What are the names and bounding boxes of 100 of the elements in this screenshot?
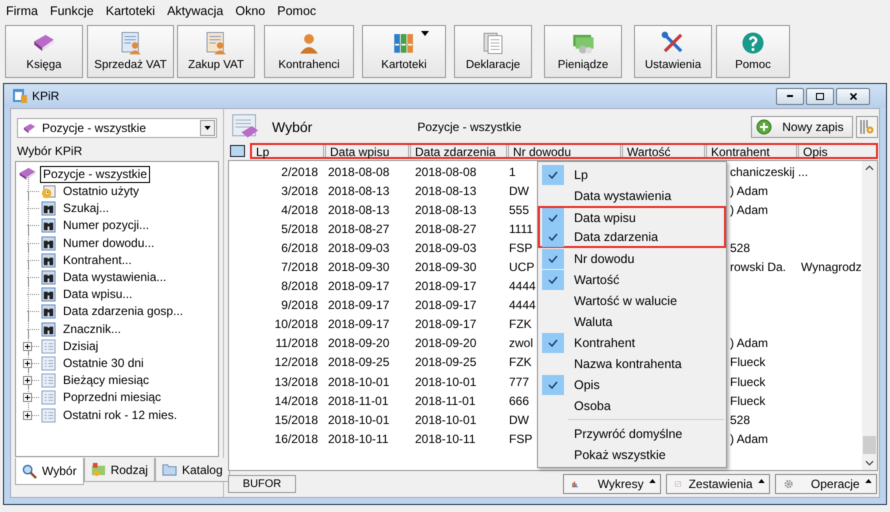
table-cell-text: 2018-08-13 <box>414 184 478 198</box>
buffer-button[interactable]: BUFOR <box>228 475 296 493</box>
column-header[interactable]: Data wpisu <box>326 145 411 157</box>
tab[interactable]: Katalog <box>154 458 230 482</box>
menu-option[interactable]: Pokaż wszystkie <box>538 444 726 465</box>
folder-icon <box>162 462 177 477</box>
toolbar-button[interactable]: Sprzedaż VAT <box>87 24 174 78</box>
menu-item[interactable]: Kartoteki <box>106 4 156 18</box>
binoculars-icon <box>41 287 56 302</box>
tree-item[interactable]: Pozycje - wszystkie <box>40 166 150 182</box>
menu-option[interactable]: Kontrahent <box>538 332 726 353</box>
new-entry-button[interactable]: Nowy zapis <box>751 116 853 138</box>
menu-item[interactable]: Aktywacja <box>167 4 224 18</box>
table-cell: DW <box>509 412 529 427</box>
tree-item[interactable]: Bieżący miesiąc <box>60 372 152 390</box>
view-dropdown[interactable]: Pozycje - wszystkie <box>17 118 217 138</box>
expand-icon[interactable] <box>23 358 32 368</box>
tab[interactable]: Wybór <box>15 458 84 485</box>
column-header[interactable]: Lp <box>252 145 326 157</box>
tree-item[interactable]: Szukaj... <box>60 200 112 218</box>
menu-item[interactable]: Funkcje <box>50 4 94 18</box>
menu-option[interactable]: Waluta <box>538 311 726 332</box>
tree-item[interactable]: Numer pozycji... <box>60 217 152 234</box>
footer-button[interactable]: Zestawienia <box>666 474 770 494</box>
menu-option[interactable]: Wartość <box>538 269 726 290</box>
tree-item[interactable]: Dzisiaj <box>60 338 102 355</box>
menu-option[interactable]: Data wpisu <box>538 206 726 227</box>
table-cell: ) Adam <box>730 184 768 198</box>
tree-item[interactable]: Data wpisu... <box>60 286 136 304</box>
menu-option[interactable]: Osoba <box>538 395 726 416</box>
table-cell-text: 3/2018 <box>280 184 319 198</box>
table-cell: ) Adam <box>730 336 768 350</box>
tree-item[interactable]: Ostatnie 30 dni <box>60 354 147 372</box>
table-cell: ) Adam <box>730 432 768 446</box>
column-header[interactable]: Kontrahent <box>707 145 799 157</box>
toolbar-button[interactable]: Kartoteki <box>362 24 446 78</box>
toolbar-button[interactable]: Księga <box>5 24 83 78</box>
toolbar-button[interactable]: Deklaracje <box>454 24 532 78</box>
table-cell: 777 <box>509 374 530 389</box>
table-cell-text: 12/2018 <box>274 355 319 370</box>
table-cell: 555 <box>509 202 530 217</box>
menu-option[interactable]: Lp <box>538 164 726 185</box>
tree-item[interactable]: Data zdarzenia gosp... <box>60 303 186 320</box>
tab[interactable]: Rodzaj <box>84 458 155 482</box>
table-cell: rowski Da. <box>730 260 786 274</box>
table-cell: Flueck <box>730 374 766 389</box>
column-header[interactable]: Wartość <box>623 145 707 157</box>
caret-icon <box>648 479 656 483</box>
column-header[interactable]: Opis <box>799 145 876 157</box>
table-cell-text: 2018-10-01 <box>414 412 478 427</box>
toolbar-button[interactable]: Pieniądze <box>544 24 622 78</box>
maximize-button[interactable] <box>806 88 834 104</box>
table-cell-text: 2018-10-01 <box>414 374 478 389</box>
list-icon <box>41 356 56 371</box>
footer-button[interactable]: Operacje <box>774 474 877 494</box>
tree-item[interactable]: Numer dowodu... <box>60 234 158 252</box>
table-cell-text: 14/2018 <box>274 394 319 408</box>
scroll-thumb[interactable] <box>862 436 876 454</box>
folder-icon <box>90 462 106 477</box>
menu-option[interactable]: Wartość w walucie <box>538 290 726 311</box>
column-header[interactable]: Data zdarzenia <box>411 145 509 157</box>
table-cell-text: 2018-09-17 <box>327 279 390 294</box>
table-cell-text: 2018-10-11 <box>414 432 476 446</box>
tree-item[interactable]: Ostatnio użyty <box>60 183 142 200</box>
column-header[interactable]: Nr dowodu <box>509 145 623 157</box>
menu-option[interactable]: Data zdarzenia <box>538 227 726 248</box>
expand-icon[interactable] <box>23 393 32 402</box>
menu-option[interactable]: Opis <box>538 374 726 395</box>
clock-icon <box>41 184 56 200</box>
tree-item[interactable]: Kontrahent... <box>60 252 135 269</box>
tree-item[interactable]: Data wystawienia... <box>60 269 170 286</box>
scroll-up-icon[interactable] <box>864 165 874 171</box>
footer-button[interactable]: Wykresy <box>562 474 661 494</box>
expand-icon[interactable] <box>23 376 32 386</box>
table-cell: Flueck <box>730 355 766 370</box>
scroll-down-icon[interactable] <box>864 460 874 466</box>
expand-icon[interactable] <box>23 342 32 351</box>
minimize-button[interactable] <box>776 88 804 104</box>
menu-option[interactable]: Nr dowodu <box>538 248 726 269</box>
menu-item[interactable]: Okno <box>235 4 266 18</box>
expand-icon[interactable] <box>23 410 32 420</box>
toolbar-button[interactable]: Pomoc <box>716 24 790 78</box>
toolbar-button[interactable]: Zakup VAT <box>177 24 255 78</box>
view-name: Pozycje - wszystkie <box>417 120 522 134</box>
scrollbar[interactable] <box>862 161 877 470</box>
tree-item[interactable]: Ostatni rok - 12 mies. <box>60 406 180 424</box>
table-cell-text: 4/2018 <box>280 202 319 217</box>
menu-option[interactable]: Przywróć domyślne <box>538 423 726 444</box>
close-button[interactable] <box>836 88 870 104</box>
menu-option[interactable]: Nazwa kontrahenta <box>538 353 726 374</box>
toolbar-button[interactable]: Ustawienia <box>634 24 712 78</box>
tree-item[interactable]: Znacznik... <box>60 320 124 338</box>
tree-item[interactable]: Poprzedni miesiąc <box>60 389 164 406</box>
toolbar-button[interactable]: Kontrahenci <box>264 24 354 78</box>
menu-option[interactable]: Data wystawienia <box>538 185 726 206</box>
table-cell-text: 2018-09-17 <box>414 317 478 332</box>
column-settings-button[interactable] <box>856 116 878 138</box>
menu-item[interactable]: Pomoc <box>277 4 316 18</box>
menu-item[interactable]: Firma <box>6 4 38 18</box>
table-icon[interactable] <box>230 145 245 157</box>
